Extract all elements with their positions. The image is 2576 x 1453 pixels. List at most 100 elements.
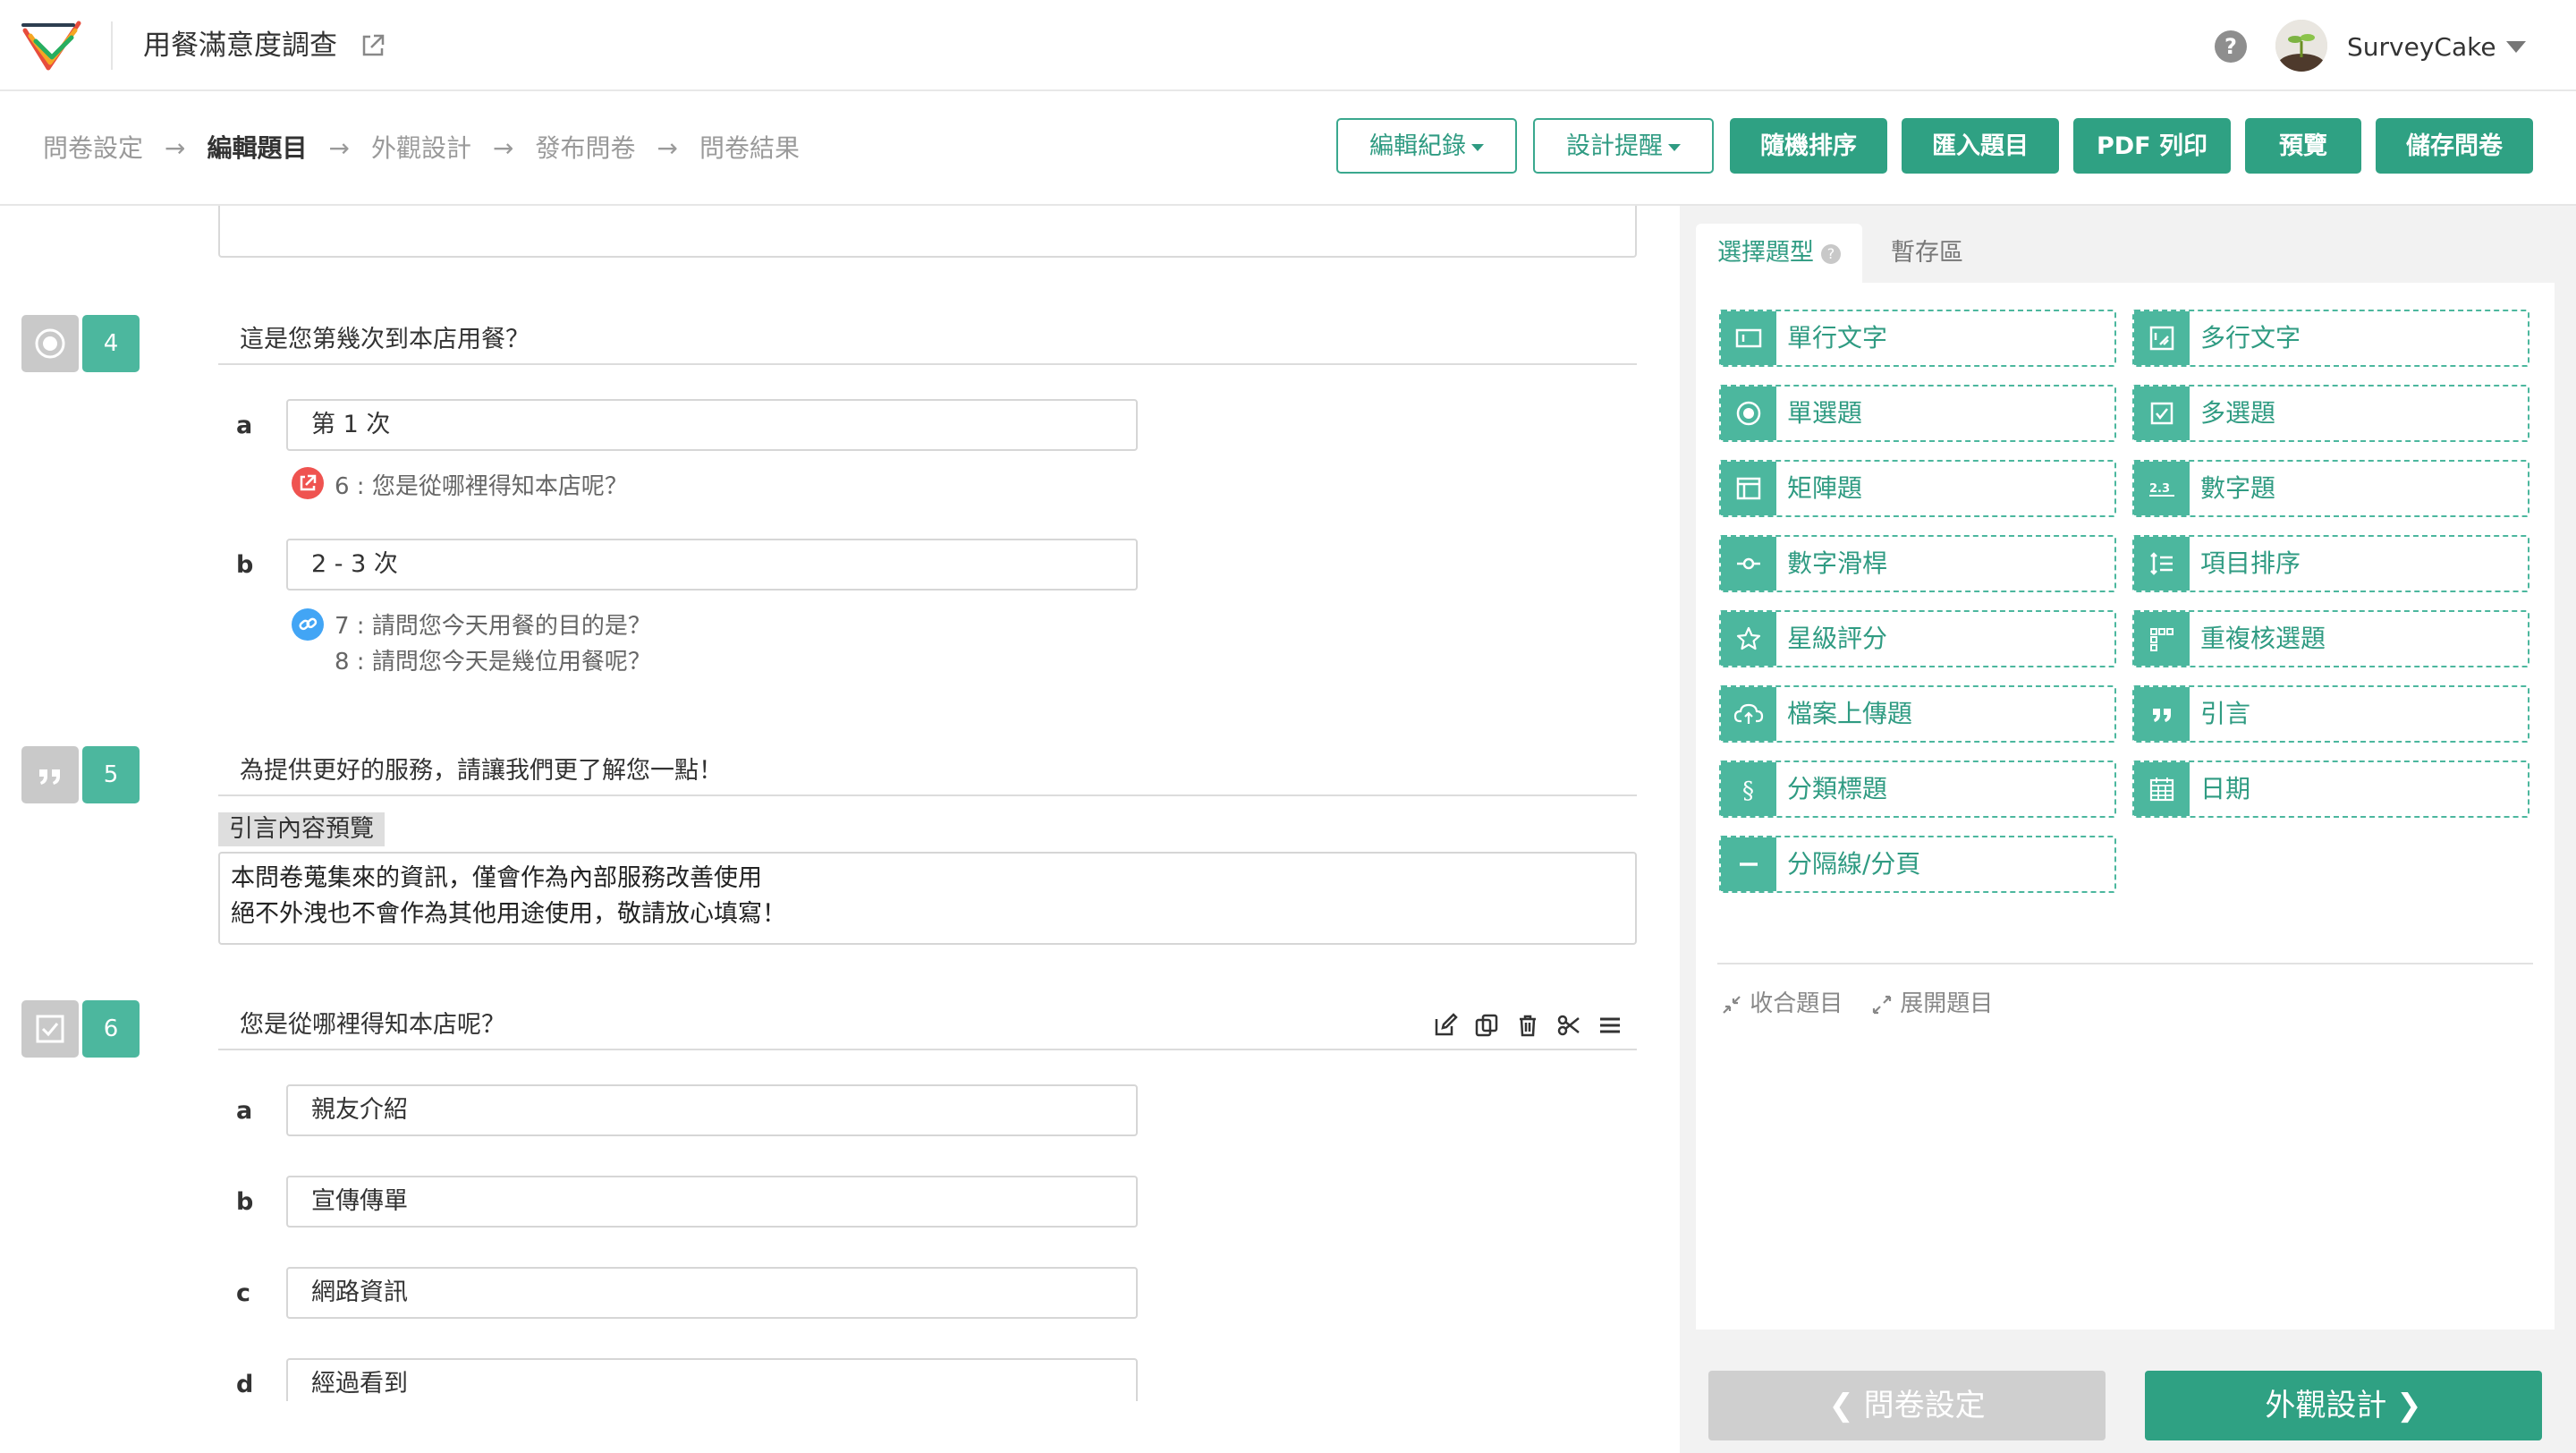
question-title[interactable]: 這是您第幾次到本店用餐？	[240, 322, 530, 358]
option-input[interactable]: 親友介紹	[286, 1084, 1138, 1136]
collapse-icon	[1723, 995, 1741, 1014]
question-type-badge[interactable]	[21, 315, 79, 372]
qtype-star-rating[interactable]: 星級評分	[1719, 610, 2116, 667]
qtype-label: 引言	[2200, 699, 2251, 728]
radio-icon	[1721, 387, 1776, 440]
pdf-print-button[interactable]: PDF 列印	[2073, 118, 2231, 174]
back-to-settings-button[interactable]: ❮ 問卷設定	[1708, 1371, 2106, 1440]
tab-question-types[interactable]: 選擇題型?	[1696, 224, 1862, 283]
option-letter: a	[236, 412, 253, 439]
qtype-label: 項目排序	[2200, 548, 2301, 578]
jump-icon[interactable]	[292, 467, 324, 499]
random-order-button[interactable]: 隨機排序	[1730, 118, 1887, 174]
quote-content-box[interactable]: 本問卷蒐集來的資訊，僅會作為內部服務改善使用 絕不外洩也不會作為其他用途使用，敬…	[218, 852, 1637, 945]
step-results[interactable]: 問卷結果	[699, 131, 800, 166]
qtype-date[interactable]: 日期	[2132, 760, 2529, 818]
avatar[interactable]	[2275, 20, 2327, 72]
previous-question-box[interactable]	[218, 206, 1637, 258]
question-title[interactable]: 您是從哪裡得知本店呢？	[240, 1007, 505, 1043]
chevron-down-icon[interactable]	[2506, 41, 2526, 53]
panel-tabs: 選擇題型? 暫存區	[1696, 224, 2555, 283]
qtype-sort[interactable]: 項目排序	[2132, 535, 2529, 592]
qtype-multi-line-text[interactable]: 多行文字	[2132, 310, 2529, 367]
qtype-label: 檔案上傳題	[1787, 699, 1913, 728]
option-input[interactable]: 第 1 次	[286, 399, 1138, 451]
trash-icon[interactable]	[1513, 1011, 1542, 1040]
qtype-repeat-check[interactable]: 重複核選題	[2132, 610, 2529, 667]
option-input[interactable]: 宣傳傳單	[286, 1176, 1138, 1228]
section-icon: §	[1721, 762, 1776, 816]
surveycake-logo-icon[interactable]	[21, 18, 82, 75]
qtype-label: 單選題	[1787, 398, 1863, 428]
qtype-single-choice[interactable]: 單選題	[1719, 385, 2116, 442]
save-survey-button[interactable]: 儲存問卷	[2376, 118, 2533, 174]
edit-history-button[interactable]: 編輯紀錄	[1336, 118, 1517, 174]
qtype-section-title[interactable]: § 分類標題	[1719, 760, 2116, 818]
edit-icon[interactable]	[1431, 1011, 1460, 1040]
edit-history-label: 編輯紀錄	[1369, 132, 1466, 160]
qtype-single-line-text[interactable]: 單行文字	[1719, 310, 2116, 367]
help-icon[interactable]: ?	[2215, 30, 2247, 63]
design-tips-label: 設計提醒	[1566, 132, 1663, 160]
option-letter: b	[236, 551, 254, 579]
question-number-badge[interactable]: 4	[82, 315, 140, 372]
breadcrumb: 問卷設定 → 編輯題目 → 外觀設計 → 發布問卷 → 問卷結果	[43, 131, 800, 166]
link-icon[interactable]	[292, 608, 324, 641]
qtype-matrix[interactable]: 矩陣題	[1719, 460, 2116, 517]
radio-icon	[35, 328, 65, 359]
question-number-badge[interactable]: 6	[82, 1000, 140, 1058]
slider-icon	[1721, 537, 1776, 591]
option-input[interactable]: 2 - 3 次	[286, 539, 1138, 591]
qtype-number[interactable]: 2.3 數字題	[2132, 460, 2529, 517]
option-input[interactable]: 經過看到	[286, 1358, 1138, 1401]
qtype-slider[interactable]: 數字滑桿	[1719, 535, 2116, 592]
step-publish[interactable]: 發布問卷	[535, 131, 635, 166]
qtype-file-upload[interactable]: 檔案上傳題	[1719, 685, 2116, 743]
collapse-questions-button[interactable]: 收合題目	[1721, 986, 1843, 1022]
logic-link-target[interactable]: 7 : 請問您今天用餐的目的是？	[335, 608, 651, 644]
arrow-right-icon: →	[657, 133, 678, 163]
qtype-multiple-choice[interactable]: 多選題	[2132, 385, 2529, 442]
question-toolbar	[1431, 1009, 1624, 1041]
panel-card: 選擇題型? 暫存區 單行文字 多行文字 單選題 多選題 矩陣題 2.3 數字題 …	[1696, 224, 2555, 1330]
expand-icon	[1872, 995, 1892, 1014]
next-label: 外觀設計	[2265, 1388, 2387, 1423]
expand-questions-button[interactable]: 展開題目	[1871, 986, 1993, 1022]
question-title[interactable]: 為提供更好的服務，請讓我們更了解您一點！	[240, 753, 723, 789]
help-icon[interactable]: ?	[1821, 243, 1841, 264]
option-letter: a	[236, 1097, 253, 1125]
step-edit-questions[interactable]: 編輯題目	[207, 131, 307, 166]
qtype-label: 日期	[2200, 774, 2251, 803]
scissors-icon[interactable]	[1555, 1011, 1583, 1040]
user-name[interactable]: SurveyCake	[2347, 30, 2496, 64]
question-type-badge[interactable]	[21, 1000, 79, 1058]
tab-staging-area[interactable]: 暫存區	[1869, 224, 1985, 283]
logo-divider	[111, 21, 113, 70]
divider-icon	[1721, 837, 1776, 891]
qtype-label: 分類標題	[1787, 774, 1888, 803]
multi-line-text-icon	[2134, 311, 2190, 365]
copy-icon[interactable]	[1472, 1011, 1501, 1040]
step-survey-settings[interactable]: 問卷設定	[43, 131, 143, 166]
step-appearance[interactable]: 外觀設計	[371, 131, 471, 166]
question-type-badge[interactable]	[21, 746, 79, 803]
question-number-badge[interactable]: 5	[82, 746, 140, 803]
caret-down-icon	[1471, 143, 1484, 151]
external-link-icon[interactable]	[360, 32, 386, 59]
qtype-label: 多選題	[2200, 398, 2276, 428]
svg-text:§: §	[1742, 777, 1754, 803]
qtype-quote[interactable]: 引言	[2132, 685, 2529, 743]
import-questions-button[interactable]: 匯入題目	[1902, 118, 2059, 174]
qtype-label: 分隔線/分頁	[1787, 849, 1921, 879]
question-underline	[218, 794, 1637, 796]
option-letter: c	[236, 1279, 251, 1307]
logic-link-target[interactable]: 8 : 請問您今天是幾位用餐呢？	[335, 644, 651, 680]
qtype-divider[interactable]: 分隔線/分頁	[1719, 836, 2116, 893]
design-tips-button[interactable]: 設計提醒	[1533, 118, 1714, 174]
arrow-right-icon: →	[165, 133, 186, 163]
logic-jump-target[interactable]: 6 : 您是從哪裡得知本店呢？	[335, 469, 628, 505]
preview-button[interactable]: 預覽	[2245, 118, 2361, 174]
option-input[interactable]: 網路資訊	[286, 1267, 1138, 1319]
next-appearance-button[interactable]: 外觀設計 ❯	[2145, 1371, 2542, 1440]
drag-handle-icon[interactable]	[1596, 1011, 1624, 1040]
